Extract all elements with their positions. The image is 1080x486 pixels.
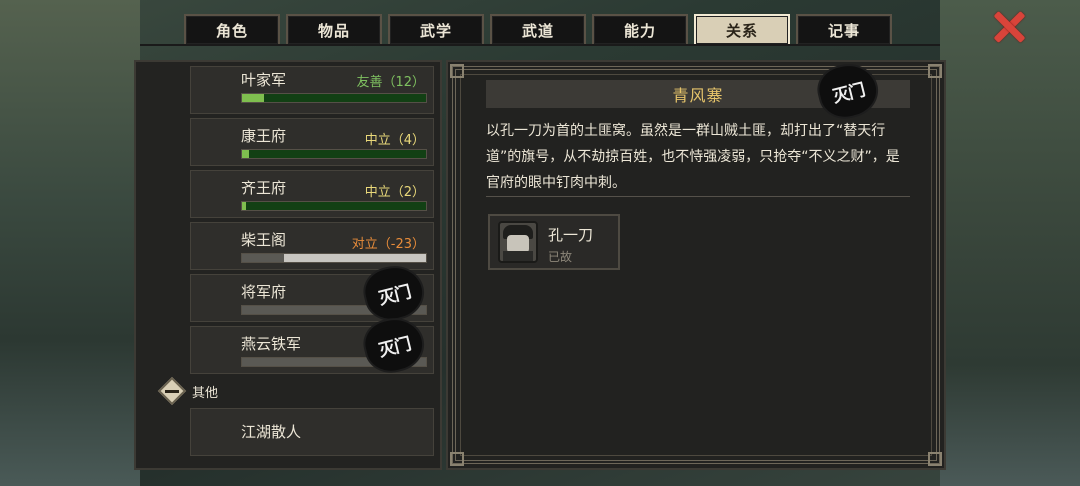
faction-item[interactable]: 江湖散人 bbox=[190, 408, 434, 456]
faction-name: 齐王府 bbox=[241, 179, 287, 197]
tab-bar: 角色 物品 武学 武道 能力 关系 记事 bbox=[184, 14, 892, 46]
tab-martial-arts[interactable]: 武学 bbox=[388, 14, 484, 46]
faction-title-text: 青风寨 bbox=[672, 86, 724, 105]
divider bbox=[486, 196, 910, 197]
faction-name: 叶家军 bbox=[241, 71, 287, 89]
tab-abilities[interactable]: 能力 bbox=[592, 14, 688, 46]
relation-bar bbox=[241, 201, 427, 211]
relation-bar-fill bbox=[242, 254, 285, 262]
faction-item[interactable]: 康王府 中立（4） bbox=[190, 118, 434, 166]
background-scenery-left bbox=[0, 0, 140, 486]
relation-bar bbox=[241, 93, 427, 103]
faction-status: 中立（4） bbox=[364, 133, 425, 148]
faction-name: 康王府 bbox=[241, 127, 287, 145]
faction-name: 江湖散人 bbox=[241, 423, 302, 441]
background-scenery-right bbox=[940, 0, 1080, 486]
tab-martial-way[interactable]: 武道 bbox=[490, 14, 586, 46]
relation-bar bbox=[241, 149, 427, 159]
corner-ornament bbox=[928, 452, 942, 466]
member-status: 已故 bbox=[548, 250, 573, 264]
tab-underline bbox=[140, 44, 940, 46]
faction-item[interactable]: 齐王府 中立（2） bbox=[190, 170, 434, 218]
relation-bar bbox=[241, 253, 427, 263]
corner-ornament bbox=[928, 64, 942, 78]
faction-description: 以孔一刀为首的土匪窝。虽然是一群山贼土匪，却打出了“替天行道”的旗号，从不劫掠百… bbox=[486, 123, 900, 191]
group-label: 其他 bbox=[192, 385, 219, 401]
faction-status: 对立（-23） bbox=[351, 237, 425, 252]
faction-name: 将军府 bbox=[241, 283, 287, 301]
relation-bar-fill bbox=[242, 202, 246, 210]
corner-ornament bbox=[450, 64, 464, 78]
relation-bar-fill bbox=[242, 94, 265, 102]
faction-name: 柴王阁 bbox=[241, 231, 287, 249]
faction-detail-panel: 青风寨 灭门 以孔一刀为首的土匪窝。虽然是一群山贼土匪，却打出了“替天行道”的旗… bbox=[446, 59, 946, 470]
member-card[interactable]: 孔一刀 已故 bbox=[488, 214, 620, 270]
faction-name: 燕云铁军 bbox=[241, 335, 302, 353]
faction-list-panel[interactable]: 叶家军 友善（12） 康王府 中立（4） 齐王府 中立（2） 柴王阁 对立（-2… bbox=[134, 60, 442, 470]
member-portrait-icon bbox=[498, 221, 538, 263]
corner-ornament bbox=[450, 452, 464, 466]
faction-status: 友善（12） bbox=[356, 75, 425, 90]
tab-journal[interactable]: 记事 bbox=[796, 14, 892, 46]
collapse-icon[interactable] bbox=[157, 376, 187, 406]
tab-character[interactable]: 角色 bbox=[184, 14, 280, 46]
tab-relations[interactable]: 关系 bbox=[694, 14, 790, 46]
faction-status: 中立（2） bbox=[364, 185, 425, 200]
faction-item[interactable]: 柴王阁 对立（-23） bbox=[190, 222, 434, 270]
tab-items[interactable]: 物品 bbox=[286, 14, 382, 46]
faction-item[interactable]: 叶家军 友善（12） bbox=[190, 66, 434, 114]
member-name: 孔一刀 bbox=[548, 226, 594, 244]
group-header-other[interactable]: 其他 bbox=[157, 376, 219, 406]
relation-bar-fill bbox=[242, 150, 250, 158]
close-icon[interactable] bbox=[990, 8, 1028, 46]
